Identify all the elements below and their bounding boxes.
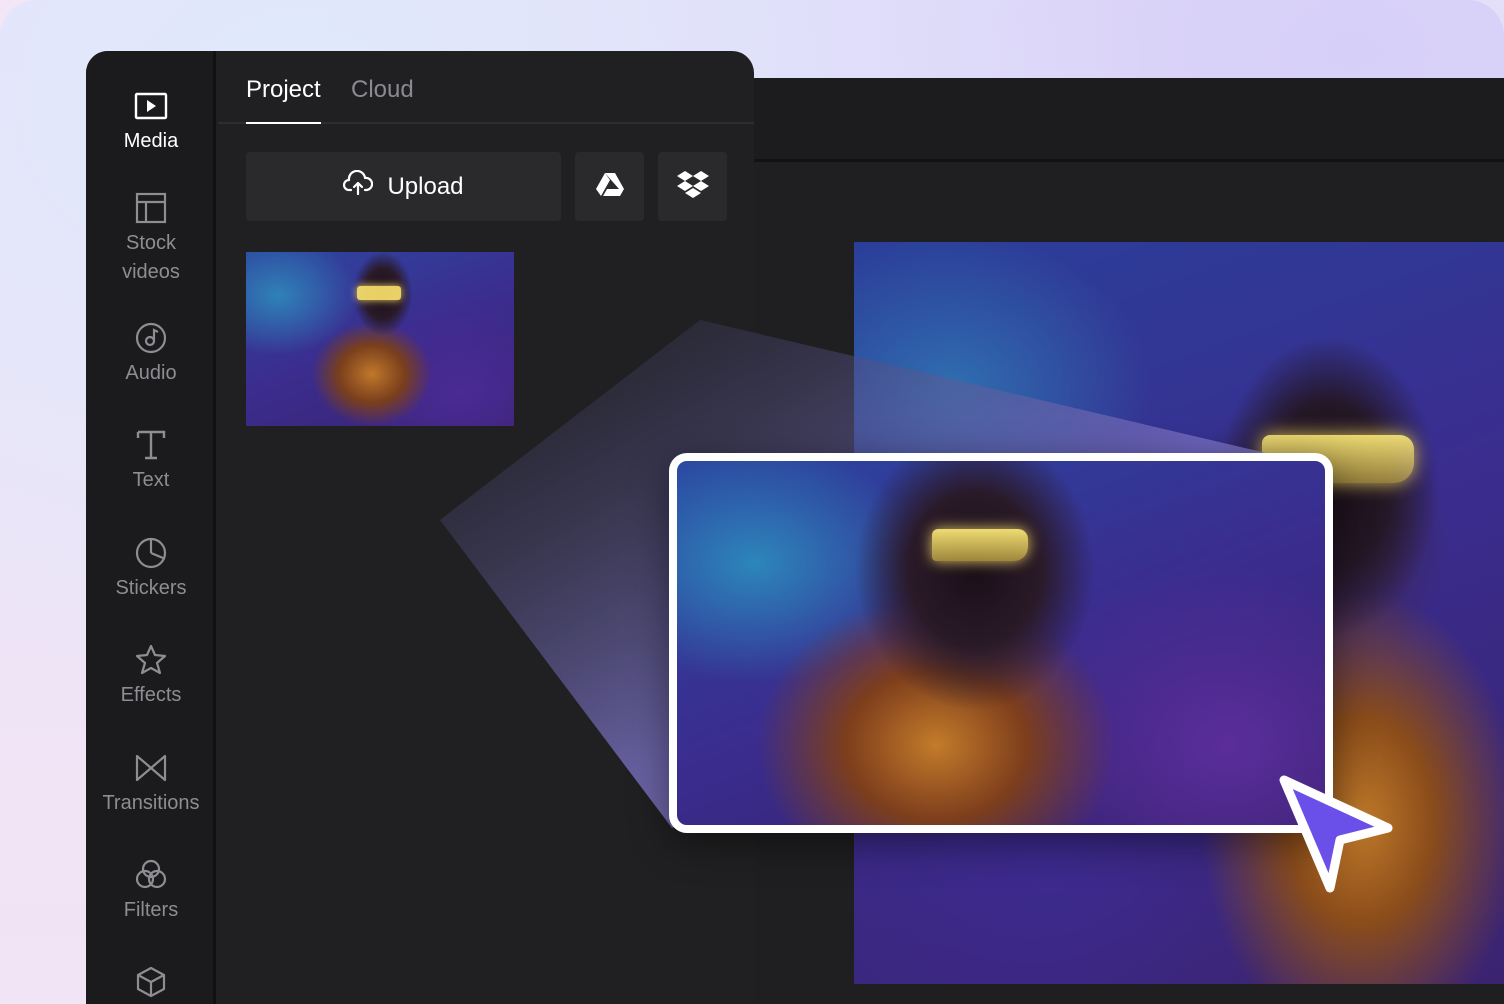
tab-project[interactable]: Project	[246, 73, 321, 124]
3d-box-icon	[134, 965, 168, 999]
dropbox-button[interactable]	[658, 152, 727, 221]
zoomed-preview-card	[669, 453, 1333, 833]
tab-cloud[interactable]: Cloud	[351, 73, 414, 124]
panel-tabs: Project Cloud	[218, 51, 754, 124]
media-icon	[134, 89, 168, 123]
google-drive-icon	[595, 171, 625, 202]
sidebar-item-text[interactable]: Text	[86, 428, 216, 495]
sidebar: Media Stock videos Audio Text Stickers E…	[86, 51, 216, 1004]
stickers-icon	[134, 536, 168, 570]
stock-videos-icon	[134, 191, 168, 225]
editor-panel: Media Stock videos Audio Text Stickers E…	[86, 51, 754, 1004]
media-thumbnail[interactable]	[246, 252, 514, 426]
sidebar-item-label: Text	[132, 469, 170, 491]
sidebar-item-3d[interactable]	[86, 965, 216, 1003]
sidebar-item-media[interactable]: Media	[86, 89, 216, 156]
cloud-upload-icon	[343, 169, 374, 203]
effects-icon	[134, 643, 168, 677]
sidebar-item-effects[interactable]: Effects	[86, 643, 216, 710]
google-drive-button[interactable]	[575, 152, 644, 221]
thumbnail-glasses-highlight	[357, 286, 401, 300]
sidebar-item-audio[interactable]: Audio	[86, 321, 216, 388]
sidebar-item-stock-videos[interactable]: Stock videos	[86, 191, 216, 287]
upload-button[interactable]: Upload	[246, 152, 561, 221]
sidebar-item-label: Stickers	[115, 577, 187, 599]
sidebar-item-stickers[interactable]: Stickers	[86, 536, 216, 603]
pointer-cursor-icon	[1279, 775, 1393, 893]
filters-icon	[134, 858, 168, 892]
sidebar-item-label: Filters	[123, 899, 179, 921]
preview-toolbar	[754, 78, 1504, 162]
upload-label: Upload	[387, 172, 464, 200]
sidebar-item-label: Transitions	[102, 792, 200, 814]
text-icon	[134, 428, 168, 462]
sidebar-item-label: Audio	[125, 362, 177, 384]
sidebar-item-label: Effects	[120, 684, 182, 706]
sidebar-item-label: Media	[123, 130, 179, 152]
sidebar-item-filters[interactable]: Filters	[86, 858, 216, 925]
sidebar-item-label: Stock videos	[122, 232, 180, 283]
zoom-glasses-highlight	[932, 529, 1028, 561]
dropbox-icon	[676, 170, 709, 203]
audio-icon	[134, 321, 168, 355]
transitions-icon	[134, 751, 168, 785]
sidebar-item-transitions[interactable]: Transitions	[86, 751, 216, 818]
